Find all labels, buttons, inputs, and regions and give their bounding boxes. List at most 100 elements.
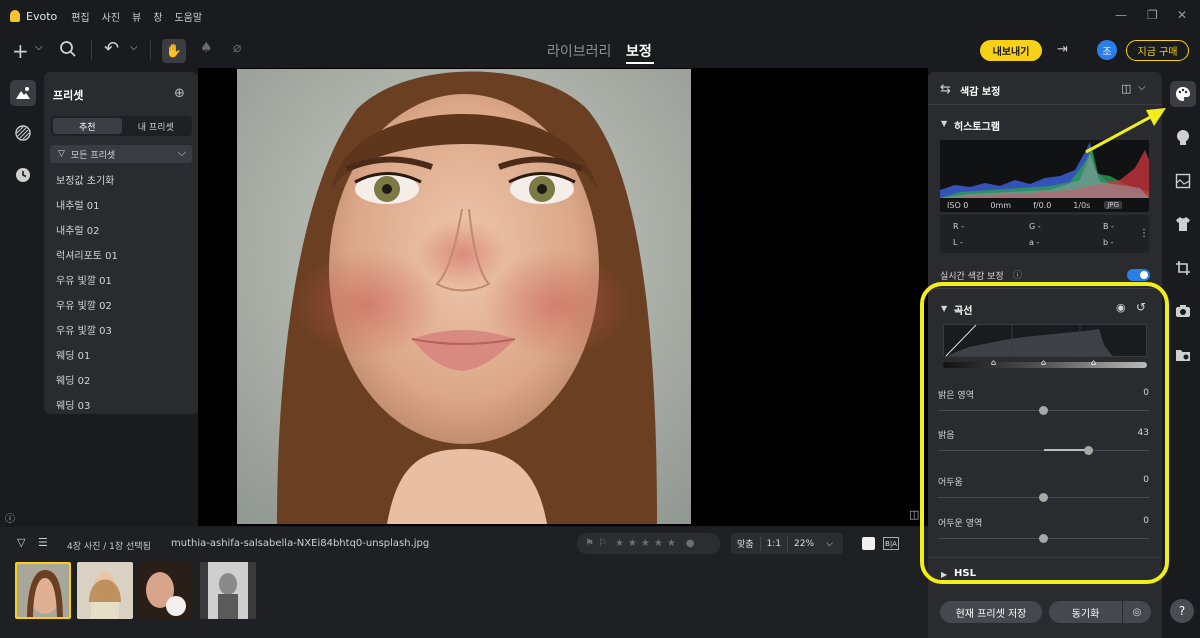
menu-help[interactable]: 도움말 bbox=[174, 9, 202, 24]
before-after-view-icon[interactable]: B|A bbox=[883, 537, 899, 550]
texture-pattern-icon[interactable] bbox=[10, 120, 36, 146]
star-icon[interactable]: ★ bbox=[667, 538, 676, 549]
buy-now-button[interactable]: 지금 구매 bbox=[1126, 40, 1189, 61]
sort-icon[interactable]: ☰ bbox=[38, 536, 48, 549]
star-icon[interactable]: ★ bbox=[654, 538, 663, 549]
evoto-logo bbox=[10, 10, 20, 22]
eraser-icon[interactable]: ⌀ bbox=[233, 40, 241, 56]
list-item[interactable]: 내추럴 01 bbox=[56, 201, 191, 226]
histogram-title: 히스토그램 bbox=[954, 122, 1000, 133]
menu-photo[interactable]: 사진 bbox=[102, 9, 120, 24]
preset-panel: 프리셋 ⊕ 추천 내 프리셋 ▽ 모든 프리셋 ⌵ 보정값 초기화 내추럴 01… bbox=[44, 72, 198, 414]
chevron-down-icon[interactable]: ⌵ bbox=[820, 539, 839, 549]
tab-my-presets[interactable]: 내 프리셋 bbox=[122, 118, 191, 134]
thumbnail-1[interactable] bbox=[15, 562, 71, 619]
g-readout: G - bbox=[1029, 222, 1041, 231]
background-icon[interactable] bbox=[1170, 168, 1196, 194]
compare-split-icon[interactable]: ◫ bbox=[909, 508, 919, 521]
list-item[interactable]: 웨딩 02 bbox=[56, 376, 191, 401]
add-icon[interactable]: + bbox=[12, 39, 29, 63]
export-button[interactable]: 내보내기 bbox=[980, 40, 1042, 61]
filter-icon[interactable]: ▽ bbox=[17, 536, 25, 549]
brush-icon[interactable]: ♠ bbox=[200, 40, 213, 56]
camera-icon[interactable] bbox=[1170, 298, 1196, 324]
help-icon[interactable]: ? bbox=[1170, 599, 1194, 623]
list-item[interactable]: 우유 빛깔 01 bbox=[56, 276, 191, 301]
l-readout: L - bbox=[953, 238, 963, 247]
title-bar: Evoto 편집 사진 뷰 창 도움말 — ❐ ✕ bbox=[0, 0, 1200, 32]
collapse-triangle-icon[interactable]: ▼ bbox=[941, 119, 947, 128]
save-preset-button[interactable]: 현재 프리셋 저장 bbox=[940, 601, 1042, 623]
color-label-icon[interactable]: ● bbox=[686, 538, 695, 549]
zoom-1to1-button[interactable]: 1:1 bbox=[761, 539, 787, 549]
export-panel-icon[interactable]: ⇥ bbox=[1057, 42, 1073, 58]
zoom-percent-select[interactable]: 22% bbox=[788, 539, 820, 549]
list-item[interactable]: 우유 빛깔 03 bbox=[56, 326, 191, 351]
realtime-toggle[interactable] bbox=[1127, 269, 1150, 281]
thumbnail-4[interactable] bbox=[200, 562, 256, 619]
r-readout: R - bbox=[953, 222, 964, 231]
menu-edit[interactable]: 편집 bbox=[71, 9, 89, 24]
single-view-icon[interactable] bbox=[862, 537, 875, 550]
panel-layout-icon[interactable]: ◫ bbox=[1121, 82, 1131, 95]
menu-view[interactable]: 뷰 bbox=[132, 9, 141, 24]
info-icon[interactable]: ⓘ bbox=[5, 510, 15, 525]
star-icon[interactable]: ★ bbox=[615, 538, 624, 549]
panel-header-title: 색감 보정 bbox=[960, 87, 1001, 98]
list-item[interactable]: 우유 빛깔 02 bbox=[56, 301, 191, 326]
undo-chevron-down-icon[interactable]: ⌵ bbox=[130, 42, 138, 53]
portrait-photo[interactable] bbox=[237, 69, 691, 524]
annotation-arrow bbox=[1085, 108, 1166, 154]
crop-icon[interactable] bbox=[1170, 255, 1196, 281]
preset-segment-control: 추천 내 프리셋 bbox=[51, 116, 192, 136]
list-item[interactable]: 럭셔리포토 01 bbox=[56, 251, 191, 276]
minimize-icon[interactable]: — bbox=[1115, 8, 1127, 22]
tab-library[interactable]: 라이브러리 bbox=[547, 41, 611, 61]
list-item[interactable]: 웨딩 03 bbox=[56, 401, 191, 414]
chevron-down-icon[interactable]: ⌵ bbox=[1138, 82, 1146, 93]
toolbar-separator bbox=[150, 40, 151, 60]
flag-icon[interactable]: ⚑ bbox=[585, 538, 594, 549]
tab-edit[interactable]: 보정 bbox=[626, 41, 652, 61]
menu-bar: 편집 사진 뷰 창 도움말 bbox=[71, 9, 202, 24]
format-badge: JPG bbox=[1104, 201, 1123, 209]
list-item[interactable]: 내추럴 02 bbox=[56, 226, 191, 251]
thumbnail-3[interactable] bbox=[138, 562, 194, 619]
folder-settings-icon[interactable] bbox=[1170, 342, 1196, 368]
close-icon[interactable]: ✕ bbox=[1177, 8, 1187, 22]
toolbar-separator bbox=[91, 40, 92, 60]
color-readout: R - G - B - L - a - b - ⋮ bbox=[940, 215, 1149, 253]
preset-mountain-icon[interactable] bbox=[10, 80, 36, 106]
add-chevron-down-icon[interactable]: ⌵ bbox=[35, 42, 43, 53]
add-preset-icon[interactable]: ⊕ bbox=[174, 86, 185, 101]
list-item[interactable]: 보정값 초기화 bbox=[56, 176, 191, 201]
reject-flag-icon[interactable]: ⚐ bbox=[598, 538, 607, 549]
star-icon[interactable]: ★ bbox=[628, 538, 637, 549]
more-options-icon[interactable]: ⋮ bbox=[1139, 228, 1149, 239]
avatar[interactable]: 조 bbox=[1097, 40, 1117, 60]
sync-button[interactable]: 동기화 bbox=[1049, 601, 1122, 623]
maximize-icon[interactable]: ❐ bbox=[1147, 8, 1158, 22]
star-icon[interactable]: ★ bbox=[641, 538, 650, 549]
menu-window[interactable]: 창 bbox=[153, 9, 162, 24]
list-item[interactable]: 웨딩 01 bbox=[56, 351, 191, 376]
focal-length: 0mm bbox=[990, 200, 1012, 210]
zoom-fit-button[interactable]: 맞춤 bbox=[731, 537, 760, 550]
hand-tool-icon[interactable]: ✋ bbox=[162, 39, 186, 63]
undo-icon[interactable]: ↶ bbox=[104, 38, 119, 59]
preset-filter-dropdown[interactable]: ▽ 모든 프리셋 ⌵ bbox=[50, 145, 192, 163]
rating-bar: ⚑ ⚐ ★ ★ ★ ★ ★ ● bbox=[577, 533, 720, 554]
histogram-meta: ISO 0 0mm f/0.0 1/0s JPG bbox=[940, 198, 1149, 212]
filter-icon: ▽ bbox=[58, 149, 65, 159]
history-clock-icon[interactable] bbox=[10, 162, 36, 188]
palette-icon[interactable] bbox=[1170, 81, 1196, 107]
face-retouch-icon[interactable] bbox=[1170, 124, 1196, 150]
clothing-icon[interactable] bbox=[1170, 211, 1196, 237]
curve-highlight-annotation bbox=[920, 282, 1169, 584]
photo-count-text: 4장 사진 / 1장 선택됨 bbox=[67, 542, 151, 552]
tab-recommended[interactable]: 추천 bbox=[53, 118, 122, 134]
search-icon[interactable] bbox=[59, 40, 77, 62]
thumbnail-2[interactable] bbox=[77, 562, 133, 619]
sync-options-icon[interactable]: ◎ bbox=[1123, 601, 1151, 623]
info-icon[interactable]: ⓘ bbox=[1013, 268, 1022, 281]
